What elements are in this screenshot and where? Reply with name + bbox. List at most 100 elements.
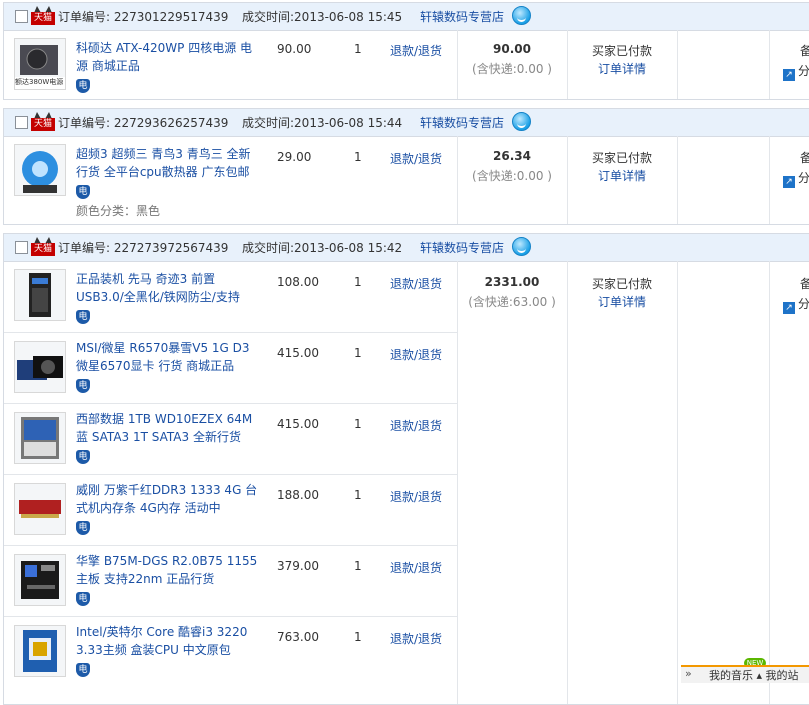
product-name-link[interactable]: 西部数据 1TB WD10EZEX 64M 蓝 SATA3 1T SATA3 全… [76,410,261,464]
refund-link[interactable]: 退款/退货 [390,346,442,363]
deal-time: 成交时间:2013-06-08 15:42 [242,241,403,255]
refund-link[interactable]: 退款/退货 [390,42,442,59]
product-thumbnail[interactable] [14,144,66,196]
electronic-invoice-icon: 电 [76,79,90,93]
product-thumbnail[interactable] [14,625,66,677]
order-card: 天猫 订单编号: 227293626257439 成交时间:2013-06-08… [3,108,809,225]
refund-link[interactable]: 退款/退货 [390,417,442,434]
deal-time: 成交时间:2013-06-08 15:45 [242,10,403,24]
order-number: 订单编号: 227301229517439 [58,10,229,24]
product-name-link[interactable]: 超频3 超频三 青鸟3 青鸟三 全新行货 全平台cpu散热器 广东包邮 电 [76,145,261,199]
expand-arrow-icon[interactable]: » [685,667,692,680]
product-thumbnail[interactable]: 额达380W电源 [14,38,66,90]
order-total: 90.00 (含快递:0.00 ) [472,42,552,76]
shop-link[interactable]: 轩辕数码专营店 [420,114,504,131]
order-total: 26.34 (含快递:0.00 ) [472,149,552,183]
tmall-icon: 天猫 [31,6,55,25]
unit-price: 90.00 [277,42,312,56]
order-status: 买家已付款 订单详情 [567,149,677,185]
quantity: 1 [354,488,362,502]
unit-price: 415.00 [277,346,319,360]
order-status: 买家已付款 订单详情 [567,42,677,78]
electronic-invoice-icon: 电 [76,592,90,606]
product-name-link[interactable]: 正品装机 先马 奇迹3 前置USB3.0/全黑化/铁网防尘/支持 电 [76,270,261,324]
product-thumbnail[interactable] [14,554,66,606]
deal-time: 成交时间:2013-06-08 15:44 [242,116,403,130]
quantity: 1 [354,559,362,573]
order-header: 天猫 订单编号: 227301229517439 成交时间:2013-06-08… [4,3,809,31]
order-item: 正品装机 先马 奇迹3 前置USB3.0/全黑化/铁网防尘/支持 电 108.0… [4,262,457,333]
order-detail-link[interactable]: 订单详情 [567,167,677,185]
quantity: 1 [354,346,362,360]
order-select-checkbox[interactable] [15,10,28,23]
order-item: 超频3 超频三 青鸟3 青鸟三 全新行货 全平台cpu散热器 广东包邮 电 颜色… [4,137,457,224]
remark-text: 备 [800,277,809,291]
unit-price: 763.00 [277,630,319,644]
wangwang-chat-icon[interactable] [512,112,531,131]
unit-price: 415.00 [277,417,319,431]
order-item: 额达380W电源 科硕达 ATX-420WP 四核电源 电源 商城正品 电 90… [4,31,457,99]
refund-link[interactable]: 退款/退货 [390,150,442,167]
tmall-icon: 天猫 [31,112,55,131]
order-detail-link[interactable]: 订单详情 [567,60,677,78]
product-thumbnail[interactable] [14,269,66,321]
quantity: 1 [354,42,362,56]
refund-link[interactable]: 退款/退货 [390,488,442,505]
quantity: 1 [354,275,362,289]
order-detail-link[interactable]: 订单详情 [567,293,677,311]
quantity: 1 [354,150,362,164]
order-select-checkbox[interactable] [15,241,28,254]
remark-text: 备 [800,151,809,165]
refund-link[interactable]: 退款/退货 [390,559,442,576]
quantity: 1 [354,630,362,644]
electronic-invoice-icon: 电 [76,185,90,199]
product-name-link[interactable]: 华擎 B75M-DGS R2.0B75 1155主板 支持22nm 正品行货 电 [76,552,261,606]
product-thumbnail[interactable] [14,483,66,535]
share-button[interactable]: ↗ 分 [783,169,809,188]
tmall-icon: 天猫 [31,237,55,256]
order-header: 天猫 订单编号: 227273972567439 成交时间:2013-06-08… [4,234,809,262]
order-select-checkbox[interactable] [15,116,28,129]
quantity: 1 [354,417,362,431]
product-name-link[interactable]: 科硕达 ATX-420WP 四核电源 电源 商城正品 电 [76,39,261,93]
thumbnail-caption: 额达380W电源 [15,78,64,86]
sku-attribute: 颜色分类：黑色 [76,204,161,218]
refund-link[interactable]: 退款/退货 [390,630,442,647]
refund-link[interactable]: 退款/退货 [390,275,442,292]
share-button[interactable]: ↗ 分 [783,62,809,81]
order-total: 2331.00 (含快递:63.00 ) [468,275,556,309]
order-card: 天猫 订单编号: 227273972567439 成交时间:2013-06-08… [3,233,809,705]
product-name-link[interactable]: 威刚 万紫千红DDR3 1333 4G 台式机内存条 4G内存 活动中 电 [76,481,261,535]
order-card: 天猫 订单编号: 227301229517439 成交时间:2013-06-08… [3,2,809,100]
electronic-invoice-icon: 电 [76,310,90,324]
electronic-invoice-icon: 电 [76,379,90,393]
electronic-invoice-icon: 电 [76,450,90,464]
wangwang-chat-icon[interactable] [512,6,531,25]
unit-price: 379.00 [277,559,319,573]
wangwang-chat-icon[interactable] [512,237,531,256]
order-status: 买家已付款 订单详情 [567,275,677,311]
share-icon: ↗ [783,69,795,81]
product-thumbnail[interactable] [14,412,66,464]
product-thumbnail[interactable] [14,341,66,393]
order-item: MSI/微星 R6570暴雪V5 1G D3 微星6570显卡 行货 商城正品 … [4,333,457,404]
unit-price: 108.00 [277,275,319,289]
unit-price: 29.00 [277,150,312,164]
music-toolbar[interactable]: » 我的音乐 ▴ 我的站 [681,665,809,683]
share-icon: ↗ [783,302,795,314]
order-item: 华擎 B75M-DGS R2.0B75 1155主板 支持22nm 正品行货 电… [4,546,457,617]
shop-link[interactable]: 轩辕数码专营店 [420,8,504,25]
shop-link[interactable]: 轩辕数码专营店 [420,239,504,256]
order-number: 订单编号: 227293626257439 [58,116,229,130]
order-item: 西部数据 1TB WD10EZEX 64M 蓝 SATA3 1T SATA3 全… [4,404,457,475]
electronic-invoice-icon: 电 [76,521,90,535]
remark-text: 备 [800,44,809,58]
share-button[interactable]: ↗ 分 [783,295,809,314]
share-icon: ↗ [783,176,795,188]
order-number: 订单编号: 227273972567439 [58,241,229,255]
product-name-link[interactable]: MSI/微星 R6570暴雪V5 1G D3 微星6570显卡 行货 商城正品 … [76,339,261,393]
unit-price: 188.00 [277,488,319,502]
product-name-link[interactable]: Intel/英特尔 Core 酷睿i3 3220 3.33主频 盒装CPU 中文… [76,623,261,677]
order-header: 天猫 订单编号: 227293626257439 成交时间:2013-06-08… [4,109,809,137]
order-item: 威刚 万紫千红DDR3 1333 4G 台式机内存条 4G内存 活动中 电 18… [4,475,457,546]
